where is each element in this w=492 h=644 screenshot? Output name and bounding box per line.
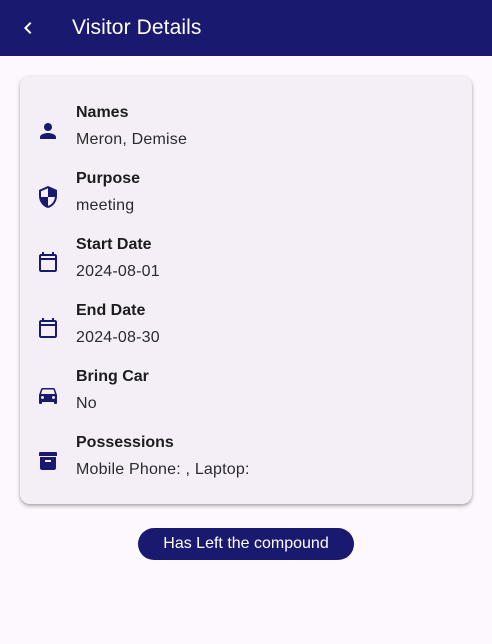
has-left-compound-button[interactable]: Has Left the compound xyxy=(138,528,354,560)
detail-value: 2024-08-30 xyxy=(76,328,160,346)
detail-label: Purpose xyxy=(76,169,141,187)
calendar-icon xyxy=(39,252,57,272)
detail-value: meeting xyxy=(76,196,135,214)
detail-label: Bring Car xyxy=(76,367,149,385)
detail-label: Names xyxy=(76,103,129,121)
archive-icon xyxy=(39,452,57,470)
detail-row-purpose: Purpose meeting xyxy=(20,164,472,230)
detail-label: Start Date xyxy=(76,235,152,253)
detail-label: End Date xyxy=(76,301,146,319)
visitor-details-card: Names Meron, Demise Purpose meeting Star… xyxy=(20,76,472,504)
detail-row-possessions: Possessions Mobile Phone: , Laptop: xyxy=(20,428,472,494)
back-button[interactable] xyxy=(0,0,56,56)
person-icon xyxy=(40,123,56,139)
shield-icon xyxy=(39,186,57,208)
calendar-icon xyxy=(39,318,57,338)
page-title: Visitor Details xyxy=(72,16,202,39)
chevron-left-icon xyxy=(24,22,32,34)
detail-row-end-date: End Date 2024-08-30 xyxy=(20,296,472,362)
detail-row-bring-car: Bring Car No xyxy=(20,362,472,428)
detail-row-names: Names Meron, Demise xyxy=(20,98,472,164)
detail-value: Mobile Phone: , Laptop: xyxy=(76,460,250,478)
detail-value: No xyxy=(76,394,97,412)
car-icon xyxy=(39,388,57,404)
detail-label: Possessions xyxy=(76,433,174,451)
detail-row-start-date: Start Date 2024-08-01 xyxy=(20,230,472,296)
app-bar: Visitor Details xyxy=(0,0,492,56)
detail-value: Meron, Demise xyxy=(76,130,188,148)
detail-value: 2024-08-01 xyxy=(76,262,160,280)
